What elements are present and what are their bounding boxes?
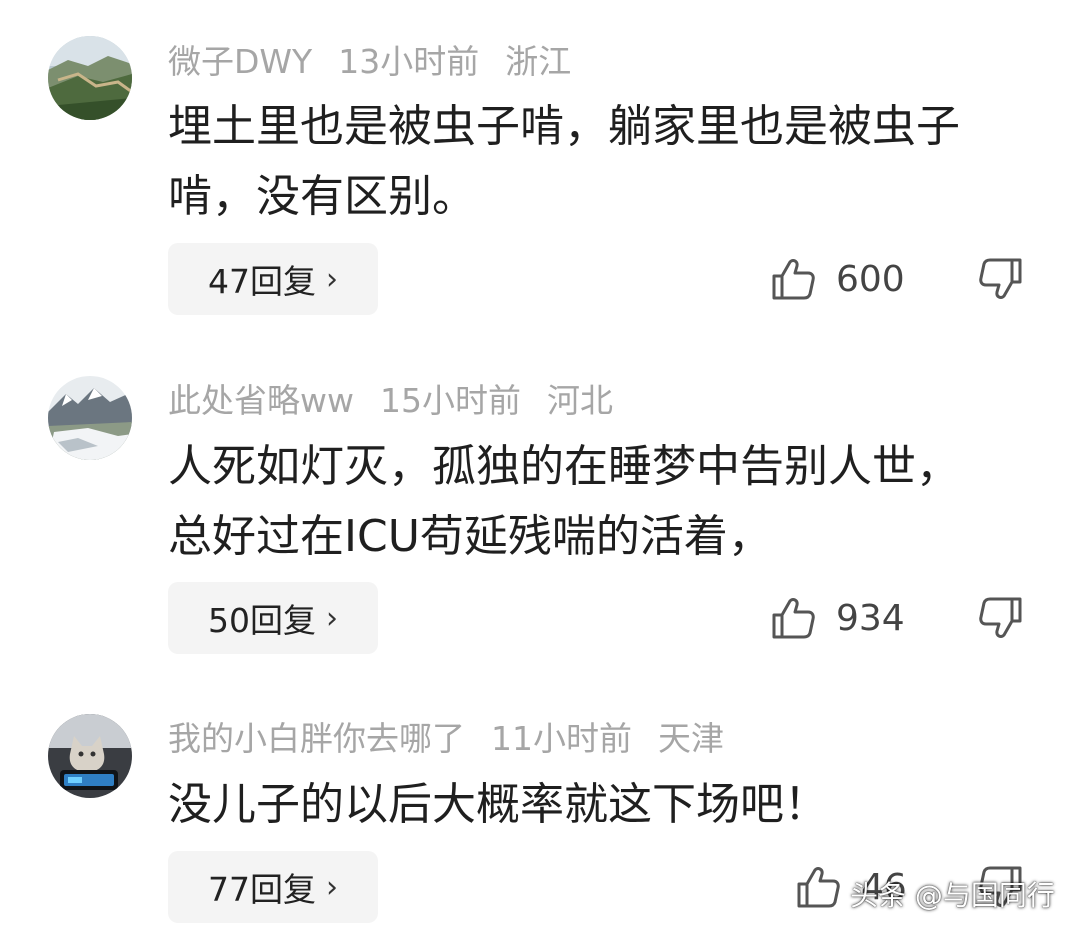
great-wall-landscape-icon (48, 36, 132, 120)
thumbs-up-icon (797, 867, 840, 908)
comment-meta: 微子DWY 13小时前 浙江 (168, 42, 597, 82)
user-avatar[interactable] (48, 36, 132, 120)
comment-text-line: 人死如灯灭，孤独的在睡梦中告别人世， (168, 441, 960, 492)
like-count: 600 (836, 258, 905, 300)
replies-button[interactable]: 47回复 › (168, 243, 378, 315)
user-avatar[interactable] (48, 376, 132, 460)
thumbs-down-icon (979, 597, 1022, 638)
comment-location: 河北 (546, 381, 613, 420)
replies-count: 47回复 (208, 262, 316, 301)
comment-text: 没儿子的以后大概率就这下场吧！ (168, 770, 1048, 840)
replies-count: 50回复 (208, 601, 316, 640)
like-count: 934 (836, 597, 905, 639)
username[interactable]: 微子DWY (168, 42, 312, 81)
like-button[interactable]: 934 (770, 582, 905, 654)
snowy-mountain-icon (48, 376, 132, 460)
dislike-button[interactable] (978, 243, 1024, 315)
comment-location: 浙江 (505, 42, 572, 81)
chevron-right-icon: › (326, 600, 338, 636)
comment-location: 天津 (658, 719, 724, 758)
comment-text: 人死如灯灭，孤独的在睡梦中告别人世， 总好过在ICU苟延残喘的活着， (168, 432, 1048, 572)
watermark: 头条 @与国同行 (850, 868, 1055, 920)
replies-button[interactable]: 77回复 › (168, 851, 378, 923)
cat-car-icon (48, 714, 132, 798)
comment-meta: 我的小白胖你去哪了 11小时前 天津 (168, 719, 750, 759)
thumbs-up-icon (772, 259, 815, 300)
replies-button[interactable]: 50回复 › (168, 582, 378, 654)
comment-time: 11小时前 (491, 719, 632, 758)
comment-text: 埋土里也是被虫子啃，躺家里也是被虫子 啃，没有区别。 (168, 92, 1048, 232)
replies-count: 77回复 (208, 870, 316, 909)
like-button[interactable]: 600 (770, 243, 905, 315)
username[interactable]: 我的小白胖你去哪了 (168, 719, 465, 758)
comment-time: 13小时前 (338, 42, 480, 81)
comment-time: 15小时前 (379, 381, 521, 420)
comment-text-line: 没儿子的以后大概率就这下场吧！ (168, 779, 828, 830)
chevron-right-icon: › (326, 869, 338, 905)
thumbs-down-icon (979, 258, 1022, 299)
thumbs-up-icon (772, 598, 815, 639)
comment-text-line: 总好过在ICU苟延残喘的活着， (168, 511, 772, 562)
comment-text-line: 啃，没有区别。 (168, 171, 476, 222)
comment-meta: 此处省略ww 15小时前 河北 (168, 381, 639, 421)
comment-text-line: 埋土里也是被虫子啃，躺家里也是被虫子 (168, 101, 960, 152)
username[interactable]: 此处省略ww (168, 381, 354, 420)
chevron-right-icon: › (326, 261, 338, 297)
user-avatar[interactable] (48, 714, 132, 798)
watermark-text: 头条 @与国同行 (850, 879, 1055, 912)
dislike-button[interactable] (978, 582, 1024, 654)
